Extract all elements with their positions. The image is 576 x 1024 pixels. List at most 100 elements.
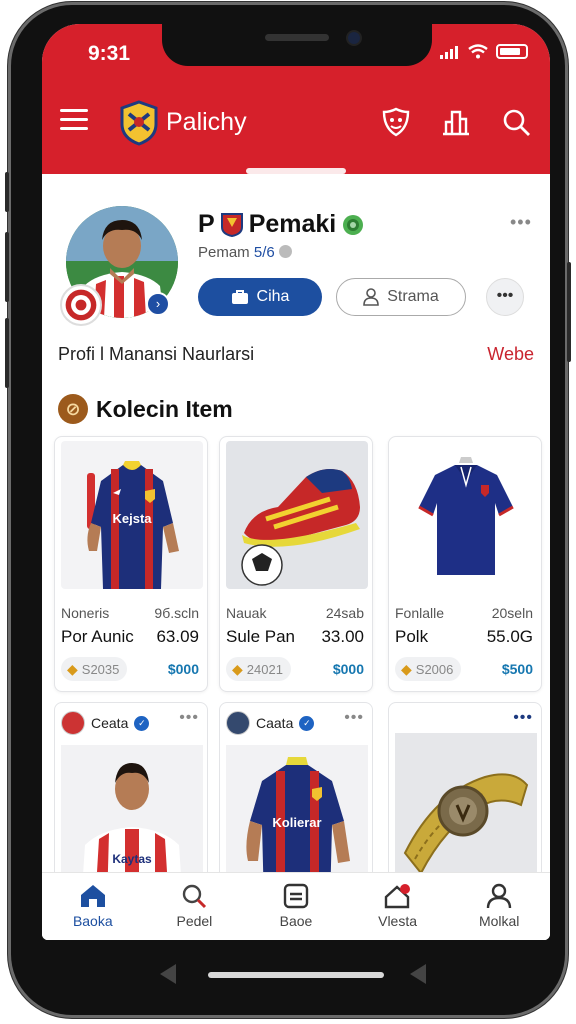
profile-card: › P Pemaki ••• Pemam 5/6 Ciha Strama •••…: [42, 174, 550, 940]
search-icon[interactable]: [500, 106, 532, 138]
volume-down-button: [5, 318, 9, 388]
item-price: 33.00: [321, 627, 364, 646]
shield-icon[interactable]: [380, 106, 412, 138]
chat-button-label: Ciha: [256, 288, 290, 305]
item-tag: ◆ 24021: [226, 657, 291, 681]
item-sizes: 9б.scln: [154, 605, 199, 621]
menu-icon[interactable]: [60, 109, 88, 133]
nav-notifications[interactable]: Vlesta: [347, 873, 449, 940]
avatar-edit-icon[interactable]: ›: [146, 292, 170, 316]
item-tag: ◆ S2006: [395, 657, 462, 681]
item-price: 55.0G: [486, 627, 533, 646]
item-category: Nauak: [226, 605, 267, 621]
boot-image: [226, 441, 368, 589]
item-tag-text: S2035: [81, 661, 120, 677]
volume-up-button: [5, 232, 9, 302]
nav-profile[interactable]: Molkal: [448, 873, 550, 940]
profile-name-text: Pemaki: [248, 210, 337, 238]
profile-subtitle-b: 5/6: [253, 244, 275, 261]
profile-name-prefix: P: [198, 210, 215, 238]
item-category: Fonlalle: [395, 605, 445, 621]
web-link[interactable]: Webe: [487, 344, 534, 365]
follow-button[interactable]: Strama: [336, 278, 466, 316]
top-bar: 9:31 Palichy: [42, 24, 550, 174]
wifi-icon: [468, 44, 488, 59]
nav-profile-label: Molkal: [478, 913, 520, 929]
home-indicator[interactable]: [208, 972, 384, 978]
notch: [162, 24, 432, 66]
app-logo: [120, 100, 158, 146]
post-more-icon[interactable]: •••: [513, 709, 533, 727]
nav-home-label: Baoka: [72, 913, 113, 929]
verified-badge-icon: [343, 214, 364, 235]
post-avatar: [61, 711, 85, 735]
info-icon: [278, 245, 292, 258]
item-name: Por Aunic: [61, 627, 134, 646]
jersey-text: Kaytas: [112, 852, 152, 866]
power-button: [567, 262, 571, 362]
item-value: $000: [167, 661, 199, 677]
collection-item[interactable]: Kejsta Noneris 9б.scln Por Aunic 63.09 ◆…: [54, 436, 208, 692]
nav-search-label: Pedel: [176, 913, 213, 929]
post-header: Caata ✓: [226, 711, 315, 735]
screen: 9:31 Palichy › P Pemaki ••• Pemam 5/6 Ci…: [42, 24, 550, 940]
item-price: 63.09: [156, 627, 199, 646]
recents-icon[interactable]: [408, 962, 428, 986]
person-icon: [486, 883, 512, 909]
item-sizes: 20seln: [491, 605, 533, 621]
club-badge-icon: [60, 284, 102, 326]
post-more-icon[interactable]: •••: [179, 709, 199, 727]
chat-button[interactable]: Ciha: [198, 278, 322, 316]
back-icon[interactable]: [158, 962, 178, 986]
nav-card[interactable]: Baoe: [245, 873, 347, 940]
verified-icon: ✓: [134, 715, 150, 731]
collection-title-text: Kolecin Item: [96, 395, 233, 422]
card-icon: [283, 883, 309, 909]
bottom-nav: Baoka Pedel Baoe Vlesta Molkal: [42, 872, 550, 940]
post-avatar: [226, 711, 250, 735]
item-sizes: 24sab: [325, 605, 364, 621]
collection-item[interactable]: Nauak 24sab Sule Pan 33.00 ◆ 24021 $000: [219, 436, 373, 692]
coin-icon: ◆: [67, 660, 78, 677]
more-options-button[interactable]: •••: [486, 278, 524, 316]
nav-search[interactable]: Pedel: [144, 873, 246, 940]
nav-home[interactable]: Baoka: [42, 873, 144, 940]
app-title: Palichy: [166, 108, 247, 136]
bag-icon: [231, 290, 248, 304]
app-bar: Palichy: [42, 94, 550, 154]
signal-icon: [440, 45, 458, 59]
profile-more-icon[interactable]: •••: [510, 212, 532, 233]
jersey-player-image: Kejsta: [61, 441, 203, 589]
phone-frame: 9:31 Palichy › P Pemaki ••• Pemam 5/6 Ci…: [5, 2, 571, 1018]
mute-switch: [5, 172, 9, 212]
collection-item[interactable]: Fonlalle 20seln Polk 55.0G ◆ S2006 $500: [388, 436, 542, 692]
status-time: 9:31: [88, 42, 131, 65]
follow-button-label: Strama: [387, 288, 439, 305]
jersey-text: Kolierar: [272, 815, 321, 830]
status-icons: [440, 44, 528, 59]
notification-icon: [384, 884, 410, 909]
polo-image: [395, 441, 537, 589]
profile-name: P Pemaki: [198, 210, 364, 239]
earpiece: [265, 34, 329, 41]
item-tag: ◆ S2035: [61, 657, 128, 681]
item-value: $500: [501, 661, 533, 677]
post-more-icon[interactable]: •••: [344, 709, 364, 727]
coin-icon: ◆: [401, 660, 412, 677]
stats-icon[interactable]: [440, 106, 472, 138]
nav-card-label: Baoe: [279, 913, 313, 929]
post-author: Ceata: [91, 715, 129, 731]
profile-subtitle: Pemam 5/6: [198, 244, 292, 261]
item-category: Noneris: [61, 605, 110, 621]
jersey-text: Kejsta: [112, 511, 152, 526]
verified-icon: ✓: [299, 715, 315, 731]
club-flag-icon: [220, 212, 243, 237]
collection-icon: ⊘: [58, 394, 88, 424]
search-icon: [183, 884, 207, 909]
system-nav: [8, 940, 576, 1010]
home-icon: [80, 885, 105, 907]
profile-subtitle-a: Pemam: [198, 244, 250, 261]
coin-icon: ◆: [232, 660, 243, 677]
user-icon: [363, 288, 380, 306]
item-name: Sule Pan: [226, 627, 295, 646]
